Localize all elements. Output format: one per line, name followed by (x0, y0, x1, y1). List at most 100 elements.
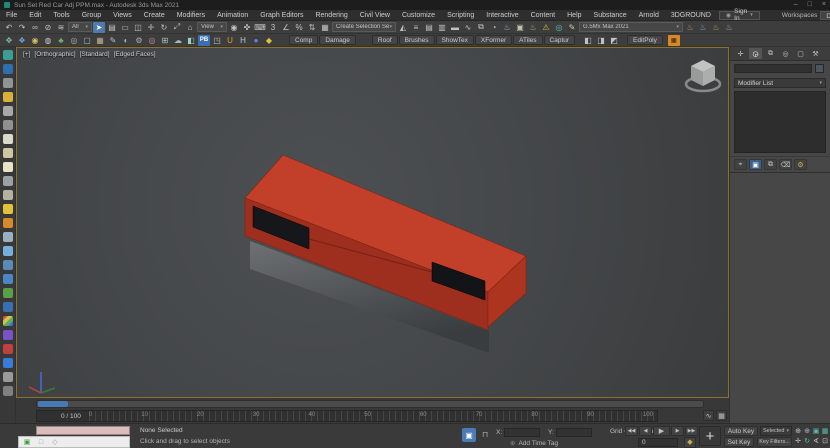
select-and-place-button[interactable]: ⌂ (184, 22, 196, 33)
pan-icon[interactable]: ✛ (794, 436, 802, 445)
green-cube-icon[interactable]: ▣ (23, 438, 31, 446)
object-name-field[interactable] (734, 64, 812, 73)
blue-sphere-icon[interactable]: ● (250, 35, 262, 46)
tree-icon[interactable] (3, 288, 13, 298)
menu-item[interactable]: Modifiers (171, 12, 211, 19)
starburst-icon[interactable] (3, 106, 13, 116)
civil-view-ring-icon[interactable]: ◎ (553, 22, 565, 33)
bind-to-space-warp-icon[interactable]: ≋ (55, 22, 67, 33)
percent-snap-toggle[interactable]: % (293, 22, 305, 33)
select-and-rotate-button[interactable]: ↻ (158, 22, 170, 33)
key-filters-button[interactable]: Key Filters... (757, 437, 792, 447)
frame-ruler[interactable]: 0102030405060708090100 (89, 411, 657, 421)
snapshot-icon[interactable]: ✥ (3, 35, 15, 46)
select-and-manipulate-button[interactable]: ✜ (241, 22, 253, 33)
toggle-ribbon-button[interactable]: ▬ (449, 22, 461, 33)
modifier-list-dropdown[interactable]: Modifier List ▾ (734, 78, 826, 88)
menu-item[interactable]: Customize (396, 12, 441, 19)
view-cube[interactable] (686, 60, 720, 91)
orange-sun-icon[interactable] (3, 218, 13, 228)
toggle-scene-explorer-button[interactable]: ▤ (423, 22, 435, 33)
menu-item[interactable]: Civil View (354, 12, 396, 19)
set-key-button[interactable]: Set Key (724, 437, 754, 447)
selection-lock-icon[interactable]: ⊓ (482, 430, 488, 439)
menu-item[interactable]: 3DGROUND (665, 12, 717, 19)
time-slider-handle[interactable] (38, 401, 68, 407)
menu-item[interactable]: Tools (47, 12, 75, 19)
orbit-icon[interactable]: ↻ (803, 436, 811, 445)
rain-icon[interactable] (3, 232, 13, 242)
object-color-swatch[interactable] (815, 64, 824, 73)
y-field[interactable] (556, 428, 592, 437)
u-plugin-icon[interactable]: U (224, 35, 236, 46)
swirl-icon[interactable] (3, 260, 13, 270)
menu-item[interactable]: Edit (23, 12, 47, 19)
moon-icon[interactable] (3, 246, 13, 256)
pivot-tool-icon[interactable]: ❖ (16, 35, 28, 46)
tree-tool-icon[interactable]: ♣ (55, 35, 67, 46)
showtex-button[interactable]: ShowTex (436, 35, 474, 45)
time-slider[interactable] (36, 400, 704, 408)
monitor-tool-icon[interactable]: ▢ (81, 35, 93, 46)
auto-key-button[interactable]: Auto Key (724, 426, 758, 436)
align-button[interactable]: ≡ (410, 22, 422, 33)
purple-tool-icon[interactable] (3, 330, 13, 340)
minimize-button[interactable]: – (794, 0, 798, 10)
schematic-view-button[interactable]: ⧉ (475, 22, 487, 33)
editpoly-button[interactable]: EditPoly (627, 35, 663, 45)
redo-button[interactable]: ↷ (16, 22, 28, 33)
close-button[interactable]: × (822, 0, 826, 10)
select-and-link-icon[interactable]: ∞ (29, 22, 41, 33)
window-crossing-toggle[interactable]: ◫ (132, 22, 144, 33)
tab-hierarchy[interactable]: ⧉ (764, 48, 777, 59)
glow-sphere-icon[interactable] (3, 162, 13, 172)
help-icon[interactable] (3, 386, 13, 396)
red-tool-icon[interactable] (3, 344, 13, 354)
show-end-result-button[interactable]: ▣ (749, 159, 762, 170)
brushes-button[interactable]: Brushes (399, 35, 435, 45)
panel-icon[interactable]: ◧ (185, 35, 197, 46)
viewport[interactable]: [+] [Orthographic] [Standard] [Edged Fac… (16, 47, 729, 398)
selection-filter-dropdown[interactable]: All▾ (68, 22, 92, 32)
tab-modify[interactable]: ◶ (749, 48, 762, 59)
track-bar[interactable]: 0 / 100 0102030405060708090100 (36, 410, 658, 422)
grid-array-icon[interactable] (3, 78, 13, 88)
light-lister-icon[interactable]: ◉ (29, 35, 41, 46)
pin-stack-button[interactable]: ⌖ (734, 159, 747, 170)
tab-create[interactable]: ✛ (734, 48, 747, 59)
paint-tool-icon[interactable]: ✎ (107, 35, 119, 46)
named-selection-sets-dropdown[interactable]: Create Selection Se▾ (332, 22, 396, 32)
maximize-viewport-toggle[interactable]: ⊡ (821, 436, 829, 445)
tab-utilities[interactable]: ⚒ (809, 48, 822, 59)
set-key-big-button[interactable]: + (699, 426, 721, 446)
menu-item[interactable]: Help (561, 12, 587, 19)
configure-modifier-sets-button[interactable]: ⚙ (794, 159, 807, 170)
maxscript-mini-listener[interactable] (36, 426, 130, 435)
current-frame-field[interactable]: 0 (638, 438, 678, 447)
render-preset-dropdown[interactable]: G.5Mx Max 2021▾ (579, 22, 683, 32)
undo-button[interactable]: ↶ (3, 22, 15, 33)
mirror-button[interactable]: ◭ (397, 22, 409, 33)
viewport-style-label[interactable]: [Edged Faces] (114, 51, 156, 58)
sun-icon[interactable] (3, 204, 13, 214)
maximize-button[interactable]: □ (808, 0, 812, 10)
sun-positioner-icon[interactable] (3, 50, 13, 60)
viewport-menu-plus[interactable]: [+] (23, 51, 30, 58)
orange-plugin-icon[interactable]: ▣ (668, 35, 680, 46)
spot-cone-icon[interactable] (3, 190, 13, 200)
gear-icon[interactable]: ⚙ (133, 35, 145, 46)
globe-tool-icon[interactable]: ◐ (120, 35, 132, 46)
menu-item[interactable]: File (0, 12, 23, 19)
tab-motion[interactable]: ◎ (779, 48, 792, 59)
damage-button[interactable]: Damage (319, 35, 356, 45)
menu-item[interactable]: Interactive (480, 12, 524, 19)
unlink-selection-icon[interactable]: ⊘ (42, 22, 54, 33)
tab-display[interactable]: ▢ (794, 48, 807, 59)
select-object-button[interactable]: ➤ (93, 22, 105, 33)
archive-tool-icon[interactable]: ▦ (94, 35, 106, 46)
render-a-icon[interactable]: ♨ (684, 22, 696, 33)
dome-light-icon[interactable] (3, 148, 13, 158)
layout-right-icon[interactable]: ◨ (595, 35, 607, 46)
isolate-selection-toggle[interactable]: ▣ (462, 428, 476, 442)
zoom-icon[interactable]: ⊕ (794, 426, 802, 435)
